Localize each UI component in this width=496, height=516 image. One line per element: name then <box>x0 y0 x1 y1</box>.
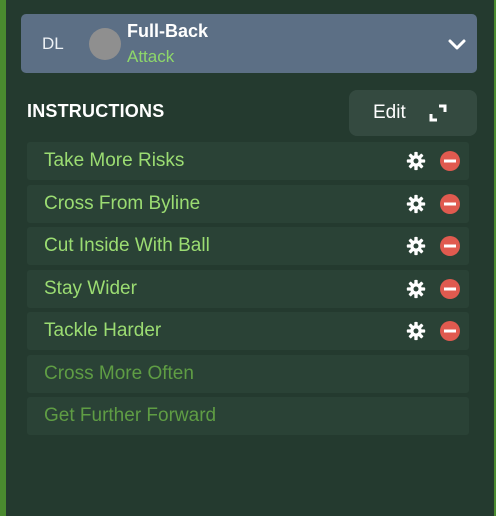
instruction-row-inactive[interactable]: Cross More Often <box>27 354 469 393</box>
instruction-row[interactable]: Take More Risks <box>27 142 469 180</box>
remove-icon[interactable] <box>439 150 461 172</box>
player-avatar <box>89 28 121 60</box>
role-duty: Attack <box>127 47 175 66</box>
instructions-heading: INSTRUCTIONS <box>27 101 165 121</box>
instruction-label: Tackle Harder <box>44 320 162 341</box>
instruction-label: Stay Wider <box>44 277 137 299</box>
gear-icon[interactable] <box>406 194 426 214</box>
edit-button-label: Edit <box>373 102 406 123</box>
instruction-label: Cross From Byline <box>44 192 201 214</box>
instruction-label: Cross More Often <box>44 362 194 384</box>
instruction-label: Get Further Forward <box>44 405 217 426</box>
instruction-row[interactable]: Cross From Byline <box>27 184 469 223</box>
role-selector[interactable]: DL Full-Back Attack <box>21 14 477 73</box>
gear-icon[interactable] <box>406 236 426 256</box>
instruction-row[interactable]: Cut Inside With Ball <box>27 227 469 265</box>
instruction-row[interactable]: Tackle Harder <box>27 312 469 350</box>
remove-icon[interactable] <box>439 193 461 215</box>
edit-instructions-button[interactable]: Edit <box>349 90 477 136</box>
remove-icon[interactable] <box>439 235 461 257</box>
remove-icon[interactable] <box>439 278 461 300</box>
gear-icon[interactable] <box>406 151 426 171</box>
expand-icon <box>429 104 447 122</box>
role-instructions-panel: DL Full-Back Attack INSTRUCTIONS Edit Ta… <box>6 0 494 516</box>
gear-icon[interactable] <box>406 321 426 341</box>
instruction-row-inactive[interactable]: Get Further Forward <box>27 397 469 435</box>
chevron-down-icon[interactable] <box>447 34 467 54</box>
instruction-label: Cut Inside With Ball <box>44 235 210 256</box>
role-title: Full-Back <box>127 21 209 41</box>
instruction-row[interactable]: Stay Wider <box>27 269 469 308</box>
position-code: DL <box>42 34 64 53</box>
instruction-label: Take More Risks <box>44 150 185 171</box>
gear-icon[interactable] <box>406 279 426 299</box>
remove-icon[interactable] <box>439 320 461 342</box>
instructions-list: Take More Risks Cross From Byline Cut In… <box>27 142 469 440</box>
